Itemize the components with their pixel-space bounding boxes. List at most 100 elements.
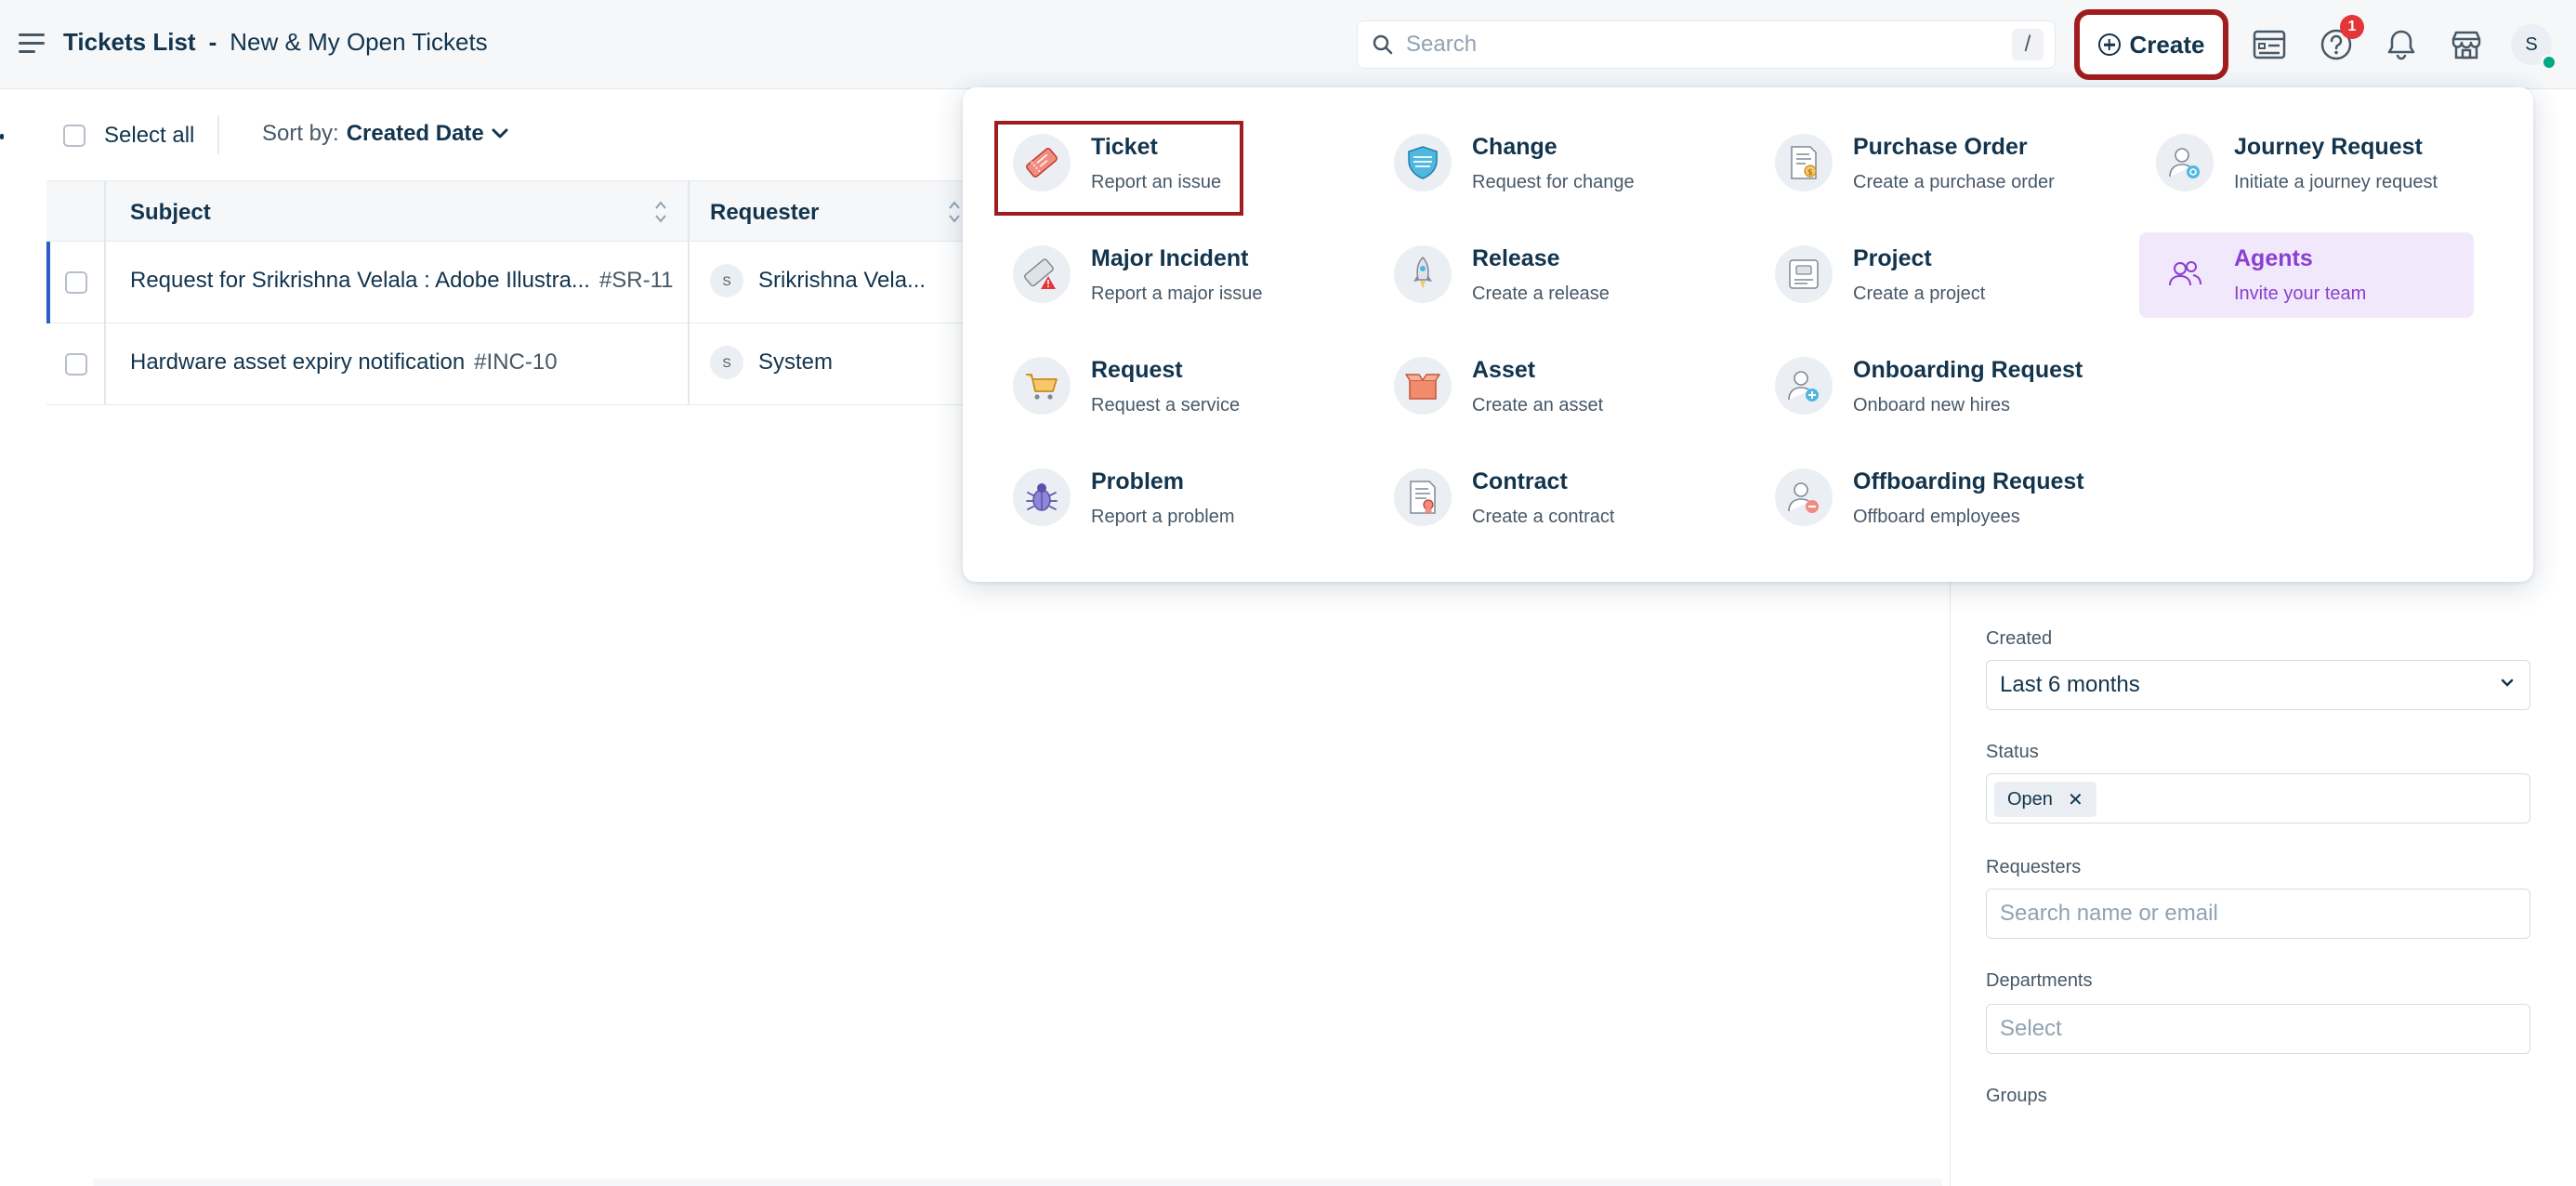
- chevron-down-icon: [2501, 679, 2514, 687]
- column-divider: [688, 323, 690, 405]
- create-menu-item-asset[interactable]: Asset Create an asset: [1385, 344, 1719, 429]
- sort-by-dropdown[interactable]: Sort by: Created Date: [262, 121, 508, 147]
- contract-icon: [1394, 468, 1452, 526]
- row-checkbox[interactable]: [65, 271, 87, 294]
- collapsed-panel-marker: [0, 134, 4, 139]
- global-search[interactable]: /: [1357, 20, 2056, 69]
- cart-icon: [1013, 357, 1071, 415]
- status-chip-open: Open ✕: [1994, 782, 2096, 817]
- requester-cell: S System: [710, 346, 833, 379]
- remove-chip-icon[interactable]: ✕: [2068, 788, 2083, 811]
- top-bar: Tickets List - New & My Open Tickets / C…: [0, 0, 2576, 89]
- create-menu-item-title: Contract: [1472, 468, 1568, 494]
- marketplace-store-icon[interactable]: [2448, 26, 2485, 63]
- requesters-placeholder: Search name or email: [2000, 901, 2218, 926]
- sort-toggle-icon[interactable]: [948, 198, 961, 226]
- purchase-order-icon: $: [1775, 134, 1833, 191]
- row-checkbox[interactable]: [65, 353, 87, 376]
- create-menu-item-agents[interactable]: Agents Invite your team: [2139, 232, 2474, 318]
- ticket-subject-link[interactable]: Hardware asset expiry notification #INC-1…: [130, 349, 558, 376]
- chevron-down-icon: [492, 128, 508, 138]
- created-dropdown[interactable]: Last 6 months: [1986, 660, 2530, 710]
- plus-circle-icon: [2097, 33, 2121, 56]
- create-menu-item-journey-request[interactable]: Journey Request Initiate a journey reque…: [2147, 121, 2481, 206]
- online-status-indicator: [2541, 54, 2557, 71]
- column-divider: [104, 323, 106, 405]
- selected-row-accent: [46, 242, 50, 323]
- create-button-label: Create: [2129, 30, 2205, 59]
- create-menu-item-title: Agents: [2234, 245, 2313, 271]
- create-menu-item-title: Release: [1472, 245, 1560, 271]
- create-menu-item-subtitle: Create a project: [1853, 283, 1986, 304]
- page-title: Tickets List - New & My Open Tickets: [63, 28, 488, 57]
- requester-name: System: [758, 349, 834, 375]
- table-row[interactable]: Hardware asset expiry notification #INC-1…: [46, 323, 976, 405]
- sort-toggle-icon[interactable]: [654, 198, 667, 226]
- toolbar-divider: [217, 115, 219, 154]
- column-divider: [104, 242, 106, 323]
- create-menu-item-major-incident[interactable]: Major Incident Report a major issue: [1004, 232, 1338, 318]
- requester-avatar: S: [710, 346, 743, 379]
- create-menu-item-subtitle: Create a contract: [1472, 507, 1615, 527]
- column-divider: [688, 242, 690, 323]
- create-menu-item-subtitle: Create a release: [1472, 283, 1610, 304]
- create-menu-item-purchase-order[interactable]: $ Purchase Order Create a purchase order: [1766, 121, 2100, 206]
- svg-text:$: $: [1807, 168, 1813, 178]
- ticket-id: #INC-10: [474, 349, 558, 375]
- select-all-checkbox[interactable]: [63, 125, 85, 147]
- title-separator: -: [208, 28, 217, 56]
- sort-by-value: Created Date: [346, 121, 484, 146]
- search-input[interactable]: [1406, 31, 1964, 59]
- create-menu-item-title: Problem: [1091, 468, 1185, 494]
- ticket-subject: Request for Srikrishna Velala : Adobe Il…: [130, 268, 590, 293]
- bottom-scroll-area: [93, 1179, 1942, 1186]
- create-menu-item-subtitle: Initiate a journey request: [2234, 172, 2438, 192]
- change-shield-icon: [1394, 134, 1452, 191]
- create-menu-item-release[interactable]: Release Create a release: [1385, 232, 1719, 318]
- offboarding-user-icon: [1775, 468, 1833, 526]
- create-menu-item-problem[interactable]: Problem Report a problem: [1004, 455, 1338, 541]
- create-menu-item-onboarding-request[interactable]: Onboarding Request Onboard new hires: [1766, 344, 2100, 429]
- table-row[interactable]: Request for Srikrishna Velala : Adobe Il…: [46, 242, 976, 323]
- journey-user-icon: [2156, 134, 2214, 191]
- filter-created-label: Created: [1986, 628, 2053, 649]
- create-menu-item-project[interactable]: Project Create a project: [1766, 232, 2100, 318]
- requester-name: Srikrishna Vela...: [758, 268, 927, 293]
- view-selector[interactable]: New & My Open Tickets: [230, 28, 487, 57]
- create-menu-item-subtitle: Request a service: [1091, 395, 1241, 415]
- help-notification-badge: 1: [2340, 15, 2364, 39]
- select-all[interactable]: Select all: [63, 123, 194, 149]
- column-header-subject[interactable]: Subject: [130, 200, 211, 226]
- status-multiselect[interactable]: Open ✕: [1986, 773, 2530, 824]
- create-button[interactable]: Create: [2074, 9, 2228, 80]
- rocket-icon: [1394, 245, 1452, 303]
- create-menu-item-request[interactable]: Request Request a service: [1004, 344, 1338, 429]
- onboarding-user-icon: [1775, 357, 1833, 415]
- project-icon: [1775, 245, 1833, 303]
- menu-icon[interactable]: [19, 32, 46, 56]
- service-catalog-icon[interactable]: [2251, 26, 2288, 63]
- bell-icon[interactable]: [2383, 26, 2420, 63]
- ticket-id: #SR-11: [598, 268, 674, 293]
- requester-avatar: S: [710, 264, 743, 297]
- page-title-text: Tickets List: [63, 28, 196, 56]
- requesters-search-field[interactable]: Search name or email: [1986, 889, 2530, 939]
- column-divider: [688, 181, 690, 243]
- search-shortcut-key: /: [2012, 29, 2044, 60]
- column-header-requester[interactable]: Requester: [710, 200, 819, 226]
- requester-cell: S Srikrishna Vela...: [710, 264, 926, 297]
- asset-box-icon: [1394, 357, 1452, 415]
- filter-departments-label: Departments: [1986, 970, 2093, 991]
- create-menu-item-change[interactable]: Change Request for change: [1385, 121, 1719, 206]
- departments-select[interactable]: Select: [1986, 1004, 2530, 1054]
- sort-by-label: Sort by:: [262, 121, 339, 146]
- create-menu-item-title: Request: [1091, 357, 1183, 383]
- create-menu-item-subtitle: Create an asset: [1472, 395, 1604, 415]
- create-menu-item-title: Offboarding Request: [1853, 468, 2084, 494]
- create-menu-item-title: Journey Request: [2234, 134, 2423, 160]
- bug-icon: [1013, 468, 1071, 526]
- create-menu-item-offboarding-request[interactable]: Offboarding Request Offboard employees: [1766, 455, 2100, 541]
- create-menu-item-contract[interactable]: Contract Create a contract: [1385, 455, 1719, 541]
- ticket-subject-link[interactable]: Request for Srikrishna Velala : Adobe Il…: [130, 268, 674, 294]
- departments-placeholder: Select: [2000, 1016, 2062, 1041]
